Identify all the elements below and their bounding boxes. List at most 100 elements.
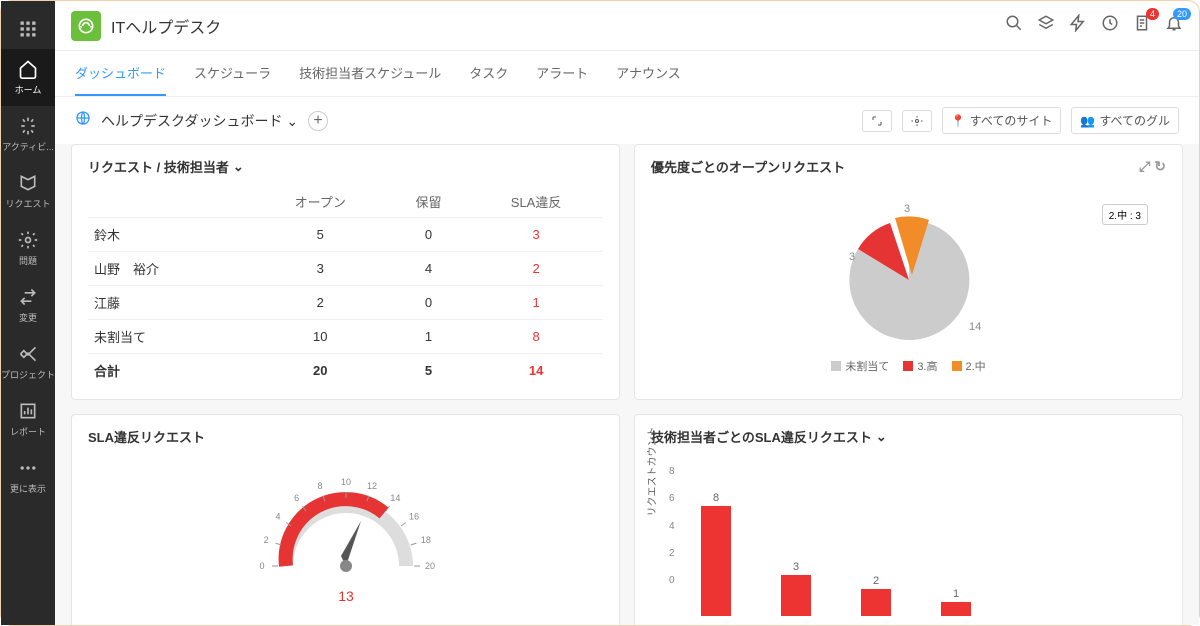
- change-icon: [18, 287, 38, 307]
- bell-icon[interactable]: 20: [1165, 14, 1183, 37]
- app-title: ITヘルプデスク: [111, 14, 221, 38]
- sidebar: ホーム アクティビ... リクエスト 問題 変更: [1, 1, 55, 625]
- pie-legend: 未割当て 3.高 2.中: [831, 358, 985, 374]
- request-icon: [18, 173, 38, 193]
- notification-badge: 20: [1173, 8, 1191, 20]
- widget-requests-by-tech: リクエスト / 技術担当者 ⌄ オープン 保留 SLA違反 鈴木503山野 裕介…: [71, 144, 620, 400]
- pie-label-high: 3: [849, 251, 855, 263]
- app-logo-icon: [71, 11, 101, 41]
- sidebar-label: 更に表示: [10, 482, 46, 495]
- legend-label: 未割当て: [845, 358, 889, 374]
- project-icon: [18, 344, 38, 364]
- sidebar-item-apps[interactable]: [1, 9, 55, 49]
- svg-text:0: 0: [259, 561, 264, 571]
- topbar: ITヘルプデスク 4 20: [55, 1, 1199, 51]
- table-row[interactable]: 鈴木503: [88, 218, 603, 252]
- bar-col: 8: [701, 492, 731, 616]
- pie-tooltip: 2.中 : 3: [1102, 204, 1148, 225]
- settings-button[interactable]: [902, 110, 932, 132]
- activity-icon: [18, 116, 38, 136]
- col-open: オープン: [253, 186, 388, 218]
- widget-sla-violations: SLA違反リクエスト 0 2 4 6 8 10 12 14 16 18 20 13: [71, 414, 620, 625]
- bar-chart: 8321: [701, 496, 971, 616]
- card-title: SLA違反リクエスト: [88, 427, 205, 446]
- subheader: ヘルプデスクダッシュボード ⌄ + 📍すべてのサイト 👥すべてのグル: [55, 97, 1199, 144]
- add-widget-button[interactable]: +: [308, 111, 328, 131]
- tab-scheduler[interactable]: スケジューラ: [194, 51, 271, 96]
- card-title: 技術担当者ごとのSLA違反リクエスト: [651, 427, 872, 446]
- globe-icon: [75, 110, 91, 131]
- chevron-down-icon[interactable]: ⌄: [876, 429, 887, 445]
- sidebar-label: 変更: [19, 311, 37, 324]
- sidebar-label: ホーム: [15, 83, 42, 96]
- sidebar-item-more[interactable]: 更に表示: [1, 448, 55, 505]
- groups-filter[interactable]: 👥すべてのグル: [1071, 107, 1179, 134]
- svg-text:20: 20: [424, 561, 434, 571]
- chevron-down-icon[interactable]: ⌄: [233, 159, 244, 175]
- bolt-icon[interactable]: [1069, 14, 1087, 37]
- y-axis-label: リクエストカウント: [644, 427, 659, 517]
- col-sla: SLA違反: [469, 186, 603, 218]
- svg-text:4: 4: [275, 512, 280, 522]
- clipboard-icon[interactable]: 4: [1133, 14, 1151, 37]
- sidebar-label: レポート: [10, 425, 46, 438]
- search-icon[interactable]: [1005, 14, 1023, 37]
- tab-announcements[interactable]: アナウンス: [616, 51, 680, 96]
- widget-sla-by-tech: 技術担当者ごとのSLA違反リクエスト ⌄ リクエストカウント 86420 832…: [634, 414, 1183, 625]
- tab-alerts[interactable]: アラート: [536, 51, 588, 96]
- sidebar-label: リクエスト: [5, 197, 50, 210]
- col-hold: 保留: [388, 186, 469, 218]
- table-total-row: 合計20514: [88, 354, 603, 388]
- sidebar-label: 問題: [19, 254, 37, 267]
- sidebar-item-problem[interactable]: 問題: [1, 220, 55, 277]
- history-icon[interactable]: [1101, 14, 1119, 37]
- svg-text:14: 14: [390, 493, 400, 503]
- svg-text:18: 18: [420, 535, 430, 545]
- bar-col: 3: [781, 561, 811, 616]
- sidebar-item-home[interactable]: ホーム: [1, 49, 55, 106]
- sidebar-label: プロジェクト: [1, 368, 55, 381]
- report-icon: [18, 401, 38, 421]
- svg-text:2: 2: [263, 535, 268, 545]
- sidebar-item-change[interactable]: 変更: [1, 277, 55, 334]
- svg-text:12: 12: [366, 481, 376, 491]
- apps-icon: [18, 19, 38, 39]
- bar-col: 2: [861, 575, 891, 617]
- bar-col: 1: [941, 588, 971, 616]
- svg-text:8: 8: [317, 481, 322, 491]
- problem-icon: [18, 230, 38, 250]
- requests-table: オープン 保留 SLA違反 鈴木503山野 裕介342江藤201未割当て1018…: [88, 186, 603, 387]
- ticket-icon[interactable]: [1037, 14, 1055, 37]
- legend-label: 3.高: [917, 358, 937, 374]
- expand-icon[interactable]: ⤢: [1139, 158, 1150, 175]
- legend-label: 2.中: [966, 358, 986, 374]
- tab-dashboard[interactable]: ダッシュボード: [75, 51, 166, 96]
- svg-text:10: 10: [340, 477, 350, 487]
- table-row[interactable]: 未割当て1018: [88, 320, 603, 354]
- pie-label-mid: 3: [904, 203, 910, 215]
- tab-tasks[interactable]: タスク: [469, 51, 508, 96]
- card-title: リクエスト / 技術担当者: [88, 157, 229, 176]
- refresh-icon[interactable]: ↻: [1154, 158, 1166, 175]
- col-name: [88, 186, 253, 218]
- table-row[interactable]: 江藤201: [88, 286, 603, 320]
- dashboard-title[interactable]: ヘルプデスクダッシュボード ⌄: [101, 111, 298, 131]
- table-row[interactable]: 山野 裕介342: [88, 252, 603, 286]
- sidebar-label: アクティビ...: [2, 140, 54, 153]
- tab-tech-schedule[interactable]: 技術担当者スケジュール: [299, 51, 441, 96]
- svg-text:16: 16: [408, 512, 418, 522]
- home-icon: [18, 59, 38, 79]
- sidebar-item-project[interactable]: プロジェクト: [1, 334, 55, 391]
- sites-filter[interactable]: 📍すべてのサイト: [942, 107, 1062, 134]
- alert-badge: 4: [1146, 8, 1159, 20]
- more-icon: [18, 458, 38, 478]
- sidebar-item-request[interactable]: リクエスト: [1, 163, 55, 220]
- pie-label-unassigned: 14: [969, 321, 981, 333]
- chevron-down-icon: ⌄: [286, 113, 298, 129]
- svg-text:13: 13: [338, 588, 354, 604]
- expand-button[interactable]: [862, 110, 892, 132]
- pie-chart: 14 3 3: [819, 200, 999, 350]
- svg-text:6: 6: [294, 493, 299, 503]
- sidebar-item-report[interactable]: レポート: [1, 391, 55, 448]
- sidebar-item-activity[interactable]: アクティビ...: [1, 106, 55, 163]
